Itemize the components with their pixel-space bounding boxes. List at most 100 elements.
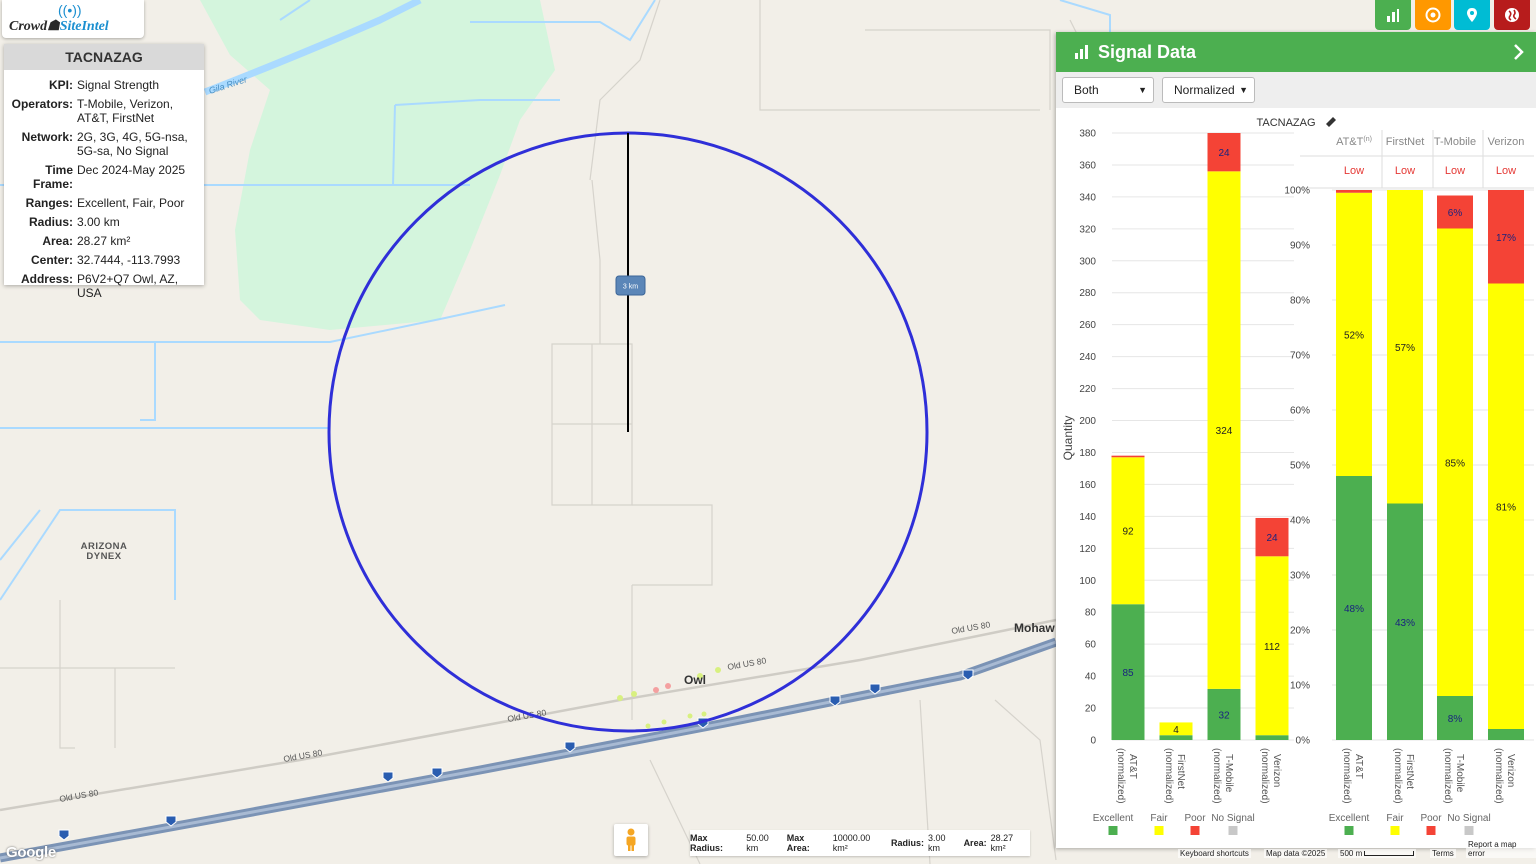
panel-title: Signal Data xyxy=(1098,41,1197,62)
info-row: Operators: T-Mobile, Verizon, AT&T, First… xyxy=(8,97,198,125)
report-map-error-link[interactable]: Report a map error xyxy=(1466,840,1536,858)
crowdsiteintel-logo[interactable]: ((•)) Crowd☗SiteIntel xyxy=(2,0,144,38)
chart1-x-tick-label: (normalized) xyxy=(1211,748,1222,804)
chart2-x-tick-label: (normalized) xyxy=(1392,748,1403,804)
legend-label: Poor xyxy=(1184,813,1206,824)
globe-tool-button[interactable] xyxy=(1494,0,1530,30)
legend-swatch xyxy=(1426,826,1436,835)
svg-text:DYNEX: DYNEX xyxy=(86,551,121,562)
interstate-shield-icons xyxy=(58,669,974,841)
chart2-bar-segment xyxy=(1488,729,1524,740)
operator-rating: Low xyxy=(1395,165,1415,177)
chart2-data-label: 17% xyxy=(1496,233,1516,244)
info-value: 2G, 3G, 4G, 5G-nsa, 5G-sa, No Signal xyxy=(77,130,188,158)
operator-column-header: Verizon xyxy=(1488,136,1525,148)
info-key: Time Frame: xyxy=(32,163,73,191)
street-view-pegman[interactable] xyxy=(614,824,648,856)
chart1-x-tick-label: T-Mobile xyxy=(1223,754,1234,793)
chart2-y-tick: 70% xyxy=(1290,351,1310,362)
chart1-y-tick: 180 xyxy=(1079,448,1096,459)
chart1-y-tick: 300 xyxy=(1079,256,1096,267)
pegman-icon xyxy=(626,828,636,851)
chart2-data-label: 85% xyxy=(1445,458,1465,469)
info-row: KPI: Signal Strength xyxy=(8,78,198,92)
bar-chart-icon xyxy=(1387,9,1399,22)
chart2-y-tick: 30% xyxy=(1290,571,1310,582)
chart2-data-label: 57% xyxy=(1395,343,1415,354)
legend-label: Fair xyxy=(1386,813,1404,824)
chart1-y-tick: 20 xyxy=(1085,704,1097,715)
chart1-data-label: 24 xyxy=(1218,148,1230,159)
map-data-attribution: Map data ©2025 xyxy=(1264,849,1328,858)
info-key: KPI: xyxy=(49,78,73,92)
map-scale[interactable]: 500 m xyxy=(1338,849,1417,858)
chart1-data-label: 92 xyxy=(1122,527,1134,538)
chart1-y-tick: 80 xyxy=(1085,608,1097,619)
site-info-panel: TACNAZAG KPI: Signal Strength Operators: T-… xyxy=(4,44,204,300)
info-key: Ranges: xyxy=(25,196,73,210)
chart1-y-tick: 40 xyxy=(1085,672,1097,683)
chart2-x-tick-label: Verizon xyxy=(1505,754,1516,787)
chart-tool-button[interactable] xyxy=(1375,0,1411,30)
chart2-y-tick: 90% xyxy=(1290,241,1310,252)
chart1-x-tick-label: (normalized) xyxy=(1259,748,1270,804)
operator-column-header: FirstNet xyxy=(1386,136,1425,148)
scale-select[interactable]: Normalized ▼ xyxy=(1162,77,1255,103)
mode-select[interactable]: Both ▼ xyxy=(1062,77,1154,103)
chart2-y-tick: 10% xyxy=(1290,681,1310,692)
chart1-data-label: 324 xyxy=(1216,426,1233,437)
legend-label: Excellent xyxy=(1329,813,1370,824)
operator-rating: Low xyxy=(1445,165,1465,177)
map-label-old-us-80: Old US 80 xyxy=(727,655,768,672)
map-label-old-us-80: Old US 80 xyxy=(507,707,548,724)
location-tool-button[interactable] xyxy=(1454,0,1490,30)
info-value: T-Mobile, Verizon, AT&T, FirstNet xyxy=(77,97,174,125)
keyboard-shortcuts-link[interactable]: Keyboard shortcuts xyxy=(1178,849,1251,858)
chart1-y-tick: 220 xyxy=(1079,384,1096,395)
legend-swatch xyxy=(1464,826,1474,835)
map-label-owl: Owl xyxy=(684,673,706,687)
legend-label: No Signal xyxy=(1211,813,1254,824)
legend-swatch xyxy=(1228,826,1238,835)
operator-rating: Low xyxy=(1344,165,1364,177)
info-value: 3.00 km xyxy=(77,215,120,229)
info-row: Ranges: Excellent, Fair, Poor xyxy=(8,196,198,210)
chart1-y-tick: 380 xyxy=(1079,129,1096,140)
info-value: Excellent, Fair, Poor xyxy=(77,196,185,210)
chart1-data-label: 32 xyxy=(1218,710,1230,721)
chart2-x-tick-label: AT&T xyxy=(1353,754,1364,779)
chart1-title: TACNAZAG xyxy=(1256,117,1315,129)
chart1-y-tick: 140 xyxy=(1079,512,1096,523)
info-value: P6V2+Q7 Owl, AZ, USA xyxy=(77,272,179,300)
legend-swatch xyxy=(1190,826,1200,835)
legend-swatch xyxy=(1390,826,1400,835)
legend-label: Fair xyxy=(1150,813,1168,824)
chart2-y-tick: 100% xyxy=(1284,186,1310,197)
info-key: Radius: xyxy=(28,215,73,229)
edit-pencil-icon[interactable] xyxy=(1326,117,1336,127)
info-key: Operators: xyxy=(11,97,73,111)
chart2-data-label: 43% xyxy=(1395,618,1415,629)
operator-column-header: T-Mobile xyxy=(1434,136,1476,148)
chart2-y-tick: 20% xyxy=(1290,626,1310,637)
chevron-right-icon[interactable] xyxy=(1510,42,1528,62)
info-row: Network: 2G, 3G, 4G, 5G-nsa, 5G-sa, No Si… xyxy=(8,130,198,158)
chart2-y-tick: 80% xyxy=(1290,296,1310,307)
chart1-y-axis-label: Quantity xyxy=(1061,416,1075,461)
chart2-y-tick: 50% xyxy=(1290,461,1310,472)
chart1-data-label: 112 xyxy=(1264,642,1280,653)
chart1-y-tick: 0 xyxy=(1090,736,1096,747)
chart1-x-tick-label: (normalized) xyxy=(1163,748,1174,804)
target-tool-button[interactable] xyxy=(1415,0,1451,30)
svg-text:3 km: 3 km xyxy=(623,284,638,291)
terms-link[interactable]: Terms xyxy=(1430,849,1456,858)
chart1-y-tick: 200 xyxy=(1079,416,1096,427)
interstate-highway xyxy=(0,637,1058,863)
chart1-data-label: 4 xyxy=(1173,725,1179,736)
chart2-y-tick: 0% xyxy=(1296,736,1311,747)
map-label-gila-river: Gila River xyxy=(208,74,250,96)
chart1-x-tick-label: AT&T xyxy=(1127,754,1138,779)
chart1-bar-segment xyxy=(1111,455,1145,458)
info-value: Signal Strength xyxy=(77,78,160,92)
google-logo[interactable]: Google xyxy=(6,844,56,861)
